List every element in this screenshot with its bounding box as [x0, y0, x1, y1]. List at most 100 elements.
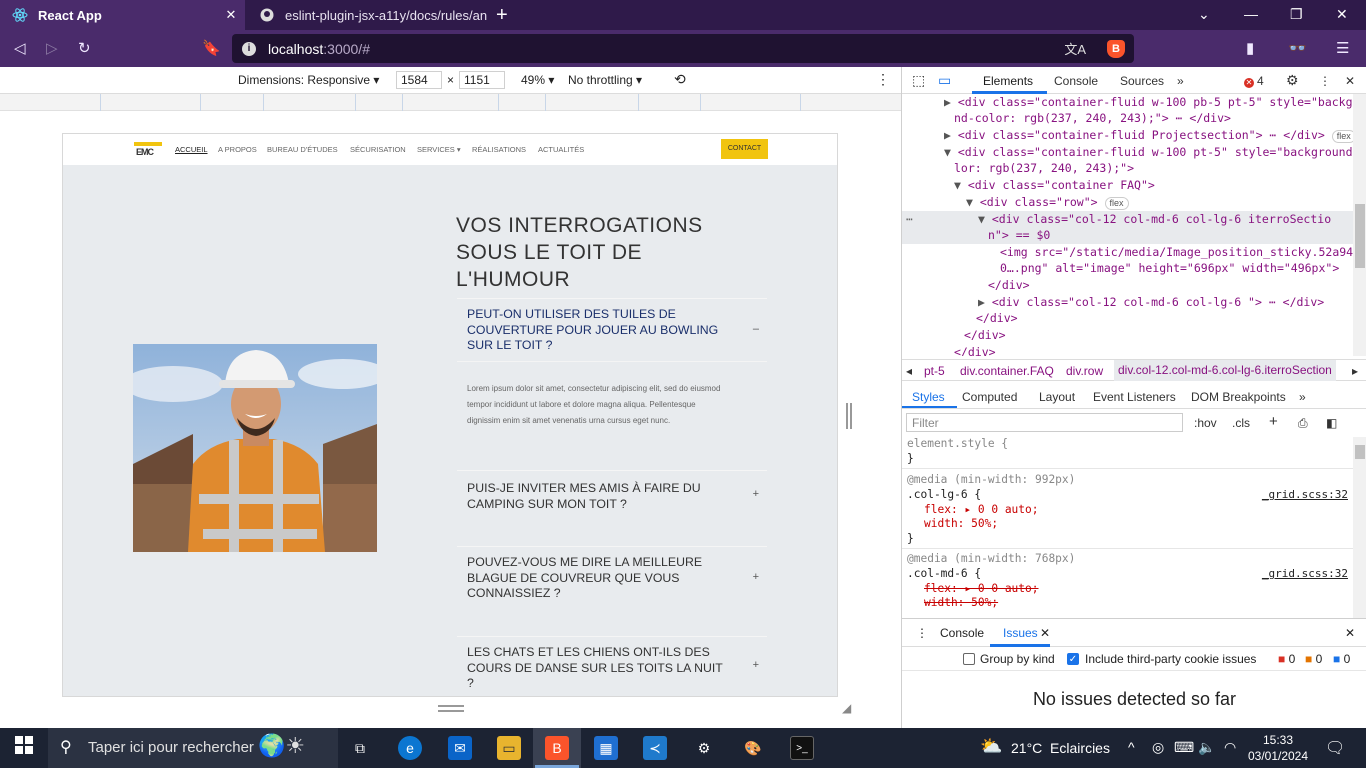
- third-party-checkbox[interactable]: ✓: [1067, 653, 1079, 665]
- tab-computed[interactable]: Computed: [962, 390, 1017, 404]
- vpn-icon[interactable]: 👓: [1288, 39, 1307, 57]
- translate-icon[interactable]: 文A: [1064, 39, 1086, 58]
- minimize-icon[interactable]: —: [1244, 6, 1258, 22]
- address-bar[interactable]: i localhost:3000/# 文A: [232, 34, 1134, 63]
- expand-icon[interactable]: +: [753, 488, 759, 500]
- expand-icon[interactable]: +: [753, 659, 759, 671]
- dom-line[interactable]: ▼ <div class="container FAQ">: [954, 177, 1155, 194]
- clock[interactable]: 15:33 03/01/2024: [1246, 732, 1310, 764]
- site-logo[interactable]: EMC: [134, 142, 162, 158]
- source-link[interactable]: _grid.scss:32: [1262, 488, 1348, 503]
- store-icon[interactable]: ▦: [594, 736, 618, 760]
- throttling-select[interactable]: No throttling ▾: [568, 73, 642, 87]
- nav-securisation[interactable]: Sécurisation: [350, 145, 406, 154]
- new-rule-plus-icon[interactable]: +: [1269, 413, 1278, 430]
- css-declaration-overridden[interactable]: width: 50%;: [924, 596, 998, 611]
- task-view-icon[interactable]: ⧉: [348, 736, 372, 760]
- menu-icon[interactable]: ☰: [1336, 39, 1349, 57]
- close-devtools-icon[interactable]: ✕: [1345, 74, 1355, 88]
- dom-line-selected[interactable]: ▼ <div class="col-12 col-md-6 col-lg-6 i…: [978, 211, 1331, 228]
- corner-resize-icon[interactable]: ◢: [842, 701, 851, 715]
- devtools-menu-icon[interactable]: ⋮: [1319, 74, 1331, 88]
- breadcrumb-item[interactable]: pt-5: [924, 364, 945, 378]
- css-declaration-overridden[interactable]: flex: ▸ 0 0 auto;: [924, 582, 1039, 597]
- dom-line[interactable]: ▶ <div class="col-12 col-md-6 col-lg-6 "…: [978, 294, 1324, 311]
- meet-now-icon[interactable]: ◎: [1152, 739, 1164, 756]
- faq-item-open[interactable]: PEUT-ON UTILISER DES TUILES DE COUVERTURE…: [457, 298, 767, 470]
- close-window-icon[interactable]: ✕: [1336, 6, 1348, 23]
- faq-item[interactable]: PUIS-JE INVITER MES AMIS À FAIRE DU CAMPI…: [457, 470, 767, 546]
- dom-line[interactable]: ▶ <div class="container-fluid w-100 pb-5…: [944, 94, 1353, 111]
- error-count-badge[interactable]: ✕ 4: [1244, 74, 1264, 88]
- paint-app-icon[interactable]: 🎨: [741, 736, 765, 760]
- reload-icon[interactable]: ↻: [78, 39, 91, 57]
- vscode-icon[interactable]: ≺: [643, 736, 667, 760]
- nav-realisations[interactable]: Réalisations: [472, 145, 526, 154]
- restore-icon[interactable]: ❐: [1290, 6, 1303, 23]
- bottom-resize-handle[interactable]: [438, 705, 464, 712]
- dom-scrollbar[interactable]: [1353, 94, 1366, 356]
- hov-toggle[interactable]: :hov: [1194, 416, 1217, 430]
- close-issues-tab-icon[interactable]: ✕: [1040, 626, 1050, 640]
- cls-toggle[interactable]: .cls: [1232, 416, 1250, 430]
- back-icon[interactable]: ◁: [14, 39, 26, 57]
- volume-icon[interactable]: 🔈: [1198, 739, 1215, 756]
- tab-eslint-docs[interactable]: eslint-plugin-jsx-a11y/docs/rules/anch: [247, 0, 487, 30]
- site-info-icon[interactable]: i: [242, 41, 256, 56]
- breadcrumb-item[interactable]: div.row: [1066, 364, 1103, 378]
- nav-accueil[interactable]: Accueil: [175, 145, 208, 154]
- contact-button[interactable]: CONTACT: [721, 139, 768, 159]
- breadcrumb-scroll-right-icon[interactable]: ▸: [1352, 364, 1358, 378]
- edge-icon[interactable]: e: [398, 736, 422, 760]
- tab-layout[interactable]: Layout: [1039, 390, 1075, 404]
- css-declaration[interactable]: width: 50%;: [924, 517, 998, 532]
- node-more-icon[interactable]: ⋯: [906, 211, 913, 228]
- settings-gear-icon[interactable]: ⚙: [1286, 72, 1299, 89]
- dimensions-select[interactable]: Dimensions: Responsive ▾: [238, 73, 379, 87]
- nav-a-propos[interactable]: A propos: [218, 145, 257, 154]
- dom-line[interactable]: <img src="/static/media/Image_position_s…: [1000, 244, 1353, 261]
- height-input[interactable]: 1151: [459, 71, 505, 89]
- tab-styles[interactable]: Styles: [912, 390, 945, 404]
- tab-event-listeners[interactable]: Event Listeners: [1093, 390, 1176, 404]
- right-resize-handle[interactable]: [846, 403, 852, 429]
- tab-search-chevron-icon[interactable]: ⌄: [1198, 6, 1210, 23]
- width-input[interactable]: 1584: [396, 71, 442, 89]
- faq-item[interactable]: LES CHATS ET LES CHIENS ONT-ILS DES COURS…: [457, 636, 767, 696]
- close-tab-icon[interactable]: ✕: [221, 7, 241, 23]
- more-style-tabs-icon[interactable]: »: [1299, 390, 1306, 404]
- group-by-kind-checkbox[interactable]: [963, 653, 975, 665]
- zoom-select[interactable]: 49% ▾: [521, 73, 554, 87]
- dom-line[interactable]: ▼ <div class="container-fluid w-100 pt-5…: [944, 144, 1353, 161]
- bookmark-icon[interactable]: 🔖: [202, 39, 221, 57]
- dom-tree[interactable]: ⋯ ▶ <div class="container-fluid w-100 pb…: [902, 94, 1353, 356]
- source-link[interactable]: _grid.scss:32: [1262, 567, 1348, 582]
- breadcrumb-item-selected[interactable]: div.col-12.col-md-6.col-lg-6.iterroSecti…: [1114, 360, 1336, 381]
- expand-icon[interactable]: +: [753, 571, 759, 583]
- drawer-tab-issues[interactable]: Issues: [1003, 626, 1038, 640]
- close-drawer-icon[interactable]: ✕: [1345, 626, 1355, 640]
- paint-icon[interactable]: ⎙: [1298, 416, 1308, 431]
- sidebar-icon[interactable]: ▮: [1246, 39, 1254, 57]
- drawer-tab-console[interactable]: Console: [940, 626, 984, 640]
- toggle-sidebar-icon[interactable]: ◧: [1326, 416, 1337, 430]
- css-declaration[interactable]: flex: ▸ 0 0 auto;: [924, 503, 1039, 518]
- collapse-icon[interactable]: –: [753, 323, 759, 335]
- drawer-menu-icon[interactable]: ⋮: [916, 626, 928, 640]
- device-toggle-icon[interactable]: ▭: [938, 72, 951, 89]
- forward-icon[interactable]: ▷: [46, 39, 58, 57]
- tab-react-app[interactable]: React App ✕: [0, 0, 245, 30]
- brave-shields-icon[interactable]: B: [1107, 40, 1125, 58]
- nav-services[interactable]: Services ▾: [417, 145, 461, 154]
- breadcrumb-scroll-left-icon[interactable]: ◂: [906, 364, 912, 378]
- brave-taskbar-icon[interactable]: B: [545, 736, 569, 760]
- ime-icon[interactable]: ⌨: [1174, 739, 1194, 756]
- show-hidden-icons-icon[interactable]: ^: [1128, 739, 1135, 755]
- notification-icon[interactable]: 🗨: [1325, 738, 1345, 758]
- terminal-icon[interactable]: >_: [790, 736, 814, 760]
- media-query-ruler[interactable]: [0, 94, 901, 111]
- nav-bureau-etudes[interactable]: Bureau d'études: [267, 145, 338, 154]
- styles-filter-input[interactable]: Filter: [906, 413, 1183, 432]
- mail-icon[interactable]: ✉: [448, 736, 472, 760]
- breadcrumb-item[interactable]: div.container.FAQ: [960, 364, 1054, 378]
